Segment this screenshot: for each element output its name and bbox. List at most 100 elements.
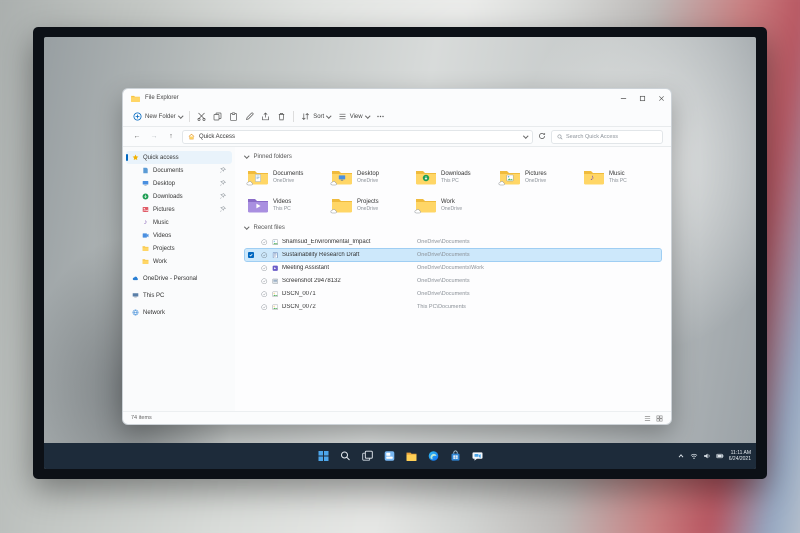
file-row[interactable]: DSCN_0071 OneDrive\Documents — [245, 288, 661, 300]
up-button[interactable]: ↑ — [165, 133, 177, 140]
folder-name: Documents — [273, 171, 303, 178]
file-name: Meeting Assistant — [282, 265, 432, 271]
search-button[interactable] — [339, 450, 352, 463]
sidebar-item-projects[interactable]: Projects — [126, 242, 232, 255]
taskbar: 11:11 AM 6/24/2021 — [44, 443, 756, 469]
file-location: This PC\Documents — [417, 304, 466, 310]
folder-name: Downloads — [441, 171, 471, 178]
onedrive-badge-icon — [414, 208, 422, 214]
sidebar-item-pictures[interactable]: Pictures — [126, 203, 232, 216]
sidebar-item-documents[interactable]: Documents — [126, 164, 232, 177]
taskbar-center-icons — [317, 443, 484, 469]
sidebar-item-network[interactable]: Network — [126, 306, 232, 319]
computer-icon — [132, 292, 139, 299]
folder-tile-pictures[interactable]: PicturesOneDrive — [497, 165, 577, 189]
folder-tile-desktop[interactable]: DesktopOneDrive — [329, 165, 409, 189]
large-icons-view-icon[interactable] — [656, 415, 663, 422]
sort-label: Sort — [313, 114, 324, 120]
file-type-icon — [272, 278, 279, 285]
new-folder-label: New Folder — [145, 114, 176, 120]
pinned-folders-grid: DocumentsOneDrive DesktopOneDrive Downlo… — [245, 165, 661, 217]
system-tray: 11:11 AM 6/24/2021 — [677, 443, 751, 469]
file-row[interactable]: Shamsud_Environmental_Impact OneDrive\Do… — [245, 236, 661, 248]
file-row-selected[interactable]: Sustainability Research Draft OneDrive\D… — [245, 249, 661, 261]
close-button[interactable] — [652, 89, 671, 107]
chat-button[interactable] — [471, 450, 484, 463]
delete-button[interactable] — [277, 112, 286, 121]
sort-button[interactable]: Sort — [301, 112, 331, 121]
folder-name: Pictures — [525, 171, 547, 178]
breadcrumb[interactable]: Quick Access — [182, 130, 533, 144]
details-view-icon[interactable] — [644, 415, 651, 422]
maximize-button[interactable] — [633, 89, 652, 107]
new-folder-button[interactable]: New Folder — [133, 112, 182, 121]
file-row[interactable]: DSCN_0072 This PC\Documents — [245, 301, 661, 313]
file-type-icon — [272, 239, 279, 246]
folder-tile-documents[interactable]: DocumentsOneDrive — [245, 165, 325, 189]
sidebar-item-quick-access[interactable]: Quick access — [126, 151, 232, 164]
sidebar-item-this-pc[interactable]: This PC — [126, 289, 232, 302]
file-type-icon — [272, 291, 279, 298]
share-button[interactable] — [261, 112, 270, 121]
wifi-icon[interactable] — [690, 452, 698, 460]
edge-button[interactable] — [427, 450, 440, 463]
desktop-overlay-icon — [338, 174, 346, 182]
file-type-icon — [272, 265, 279, 272]
sidebar-item-music[interactable]: ♪ Music — [126, 216, 232, 229]
sidebar-item-desktop[interactable]: Desktop — [126, 177, 232, 190]
sidebar-item-work[interactable]: Work — [126, 255, 232, 268]
folder-tile-videos[interactable]: VideosThis PC — [245, 193, 325, 217]
view-button[interactable]: View — [338, 112, 369, 121]
copy-button[interactable] — [213, 112, 222, 121]
more-options-button[interactable] — [376, 112, 385, 121]
items-count: 74 items — [131, 415, 152, 421]
section-label: Recent files — [254, 225, 285, 231]
refresh-button[interactable] — [538, 132, 546, 142]
desktop[interactable]: File Explorer New Folder — [44, 37, 756, 469]
checkbox-checked-icon[interactable] — [248, 252, 254, 258]
onedrive-badge-icon — [246, 180, 254, 186]
start-button[interactable] — [317, 450, 330, 463]
battery-icon[interactable] — [716, 452, 724, 460]
pin-icon — [220, 206, 226, 214]
file-location: OneDrive\Documents — [417, 278, 470, 284]
task-view-button[interactable] — [361, 450, 374, 463]
search-input[interactable] — [566, 134, 657, 140]
rename-button[interactable] — [245, 112, 254, 121]
folder-tile-music[interactable]: ♪ MusicThis PC — [581, 165, 661, 189]
store-button[interactable] — [449, 450, 462, 463]
file-type-icon — [272, 304, 279, 311]
widgets-button[interactable] — [383, 450, 396, 463]
file-row[interactable]: Screenshot 29478132 OneDrive\Documents — [245, 275, 661, 287]
taskbar-clock[interactable]: 11:11 AM 6/24/2021 — [729, 450, 751, 463]
pinned-folders-header[interactable]: Pinned folders — [245, 154, 661, 160]
recent-files-header[interactable]: Recent files — [245, 225, 661, 231]
folder-tile-projects[interactable]: ProjectsOneDrive — [329, 193, 409, 217]
back-button[interactable]: ← — [131, 133, 143, 140]
file-explorer-button[interactable] — [405, 450, 418, 463]
file-name: Shamsud_Environmental_Impact — [282, 239, 432, 245]
content-pane: Pinned folders DocumentsOneDrive Desktop… — [235, 147, 671, 411]
folder-tile-work[interactable]: WorkOneDrive — [413, 193, 493, 217]
sidebar-item-downloads[interactable]: Downloads — [126, 190, 232, 203]
folder-location: This PC — [273, 206, 291, 212]
folder-tile-downloads[interactable]: DownloadsThis PC — [413, 165, 493, 189]
star-icon — [132, 154, 139, 161]
sidebar-item-onedrive[interactable]: OneDrive - Personal — [126, 272, 232, 285]
forward-button[interactable]: → — [148, 133, 160, 140]
sync-status-icon — [261, 265, 268, 272]
title-bar[interactable]: File Explorer — [123, 89, 671, 107]
cut-button[interactable] — [197, 112, 206, 121]
onedrive-badge-icon — [330, 180, 338, 186]
sidebar-item-videos[interactable]: Videos — [126, 229, 232, 242]
hidden-icons-chevron[interactable] — [677, 452, 685, 460]
sidebar-item-label: Projects — [153, 246, 175, 252]
chevron-down-icon — [178, 113, 183, 118]
paste-button[interactable] — [229, 112, 238, 121]
navigation-pane: Quick access Documents Desktop Do — [123, 147, 235, 411]
file-row[interactable]: Meeting Assistant OneDrive\Documents\Wor… — [245, 262, 661, 274]
divider — [189, 111, 190, 122]
minimize-button[interactable] — [614, 89, 633, 107]
volume-icon[interactable] — [703, 452, 711, 460]
cloud-icon — [132, 275, 139, 282]
